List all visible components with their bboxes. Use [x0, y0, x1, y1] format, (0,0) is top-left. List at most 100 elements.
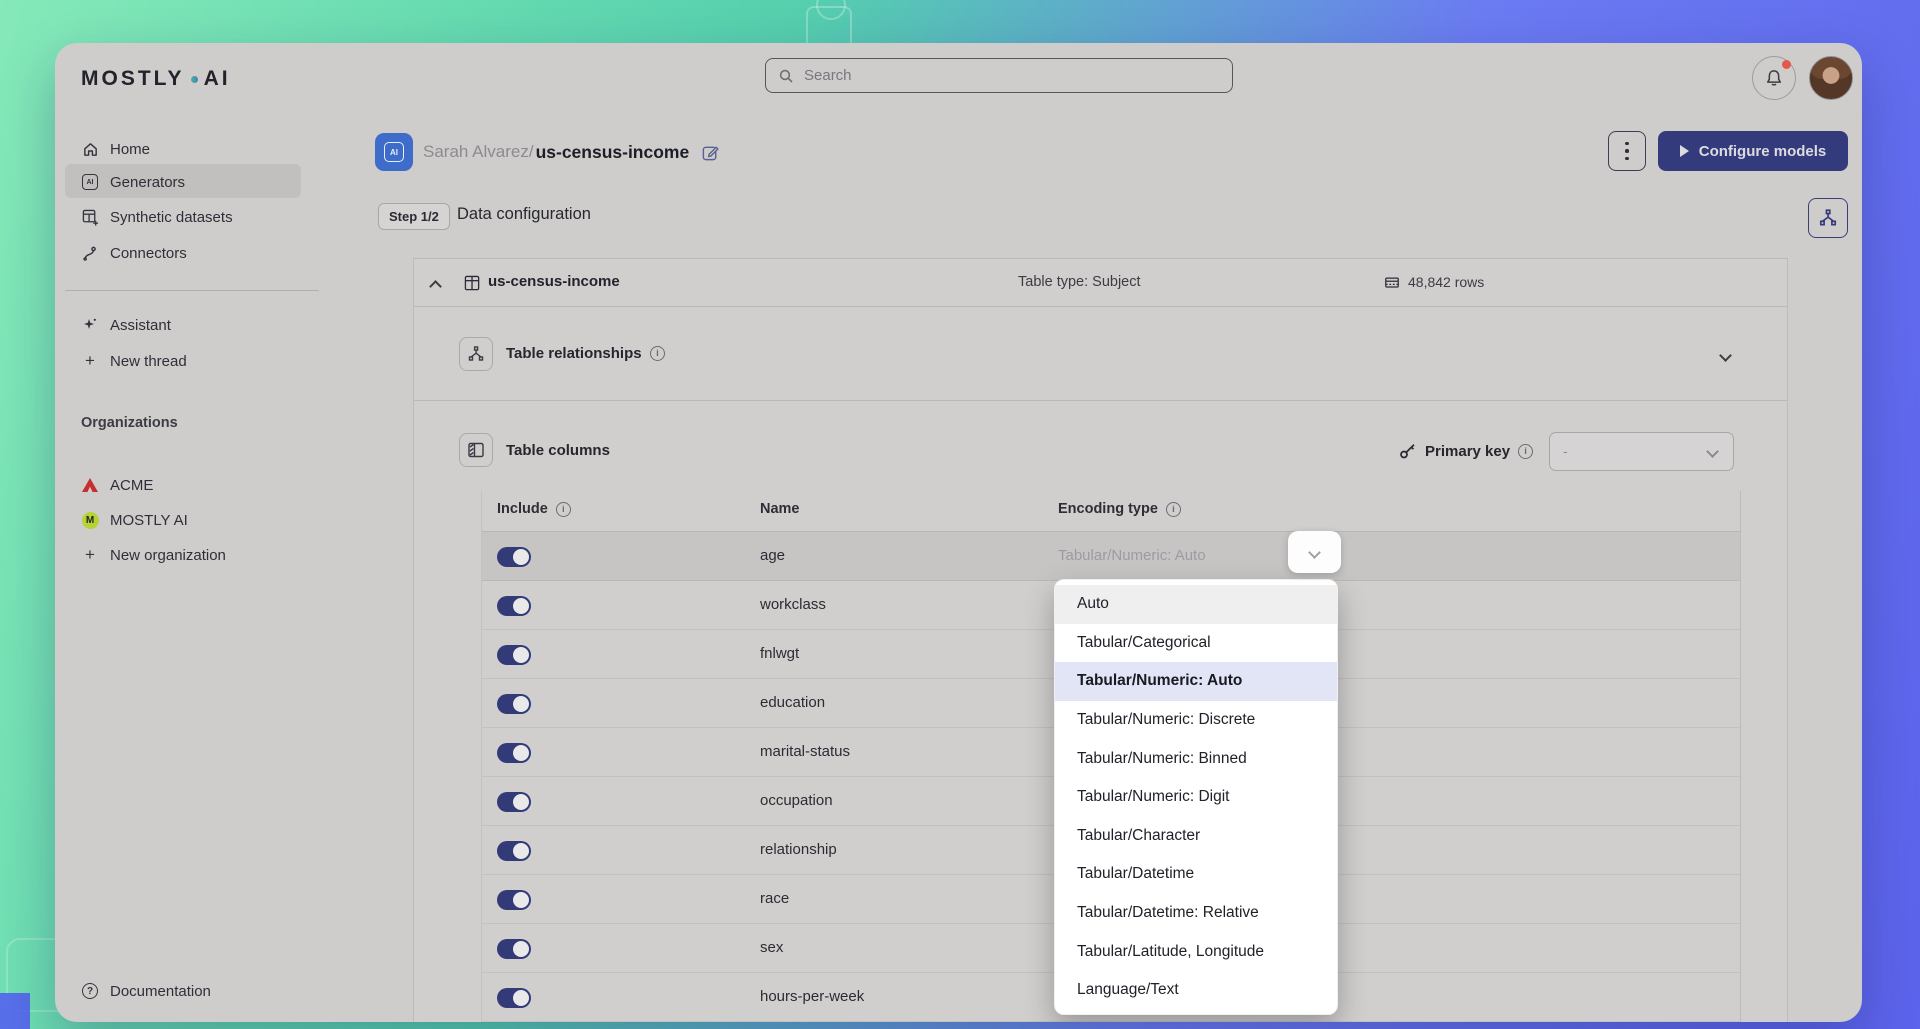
logo-text-secondary: AI	[204, 67, 231, 91]
sidebar-item-documentation[interactable]: ? Documentation	[81, 979, 211, 1003]
dropdown-option[interactable]: Tabular/Datetime: Relative	[1055, 894, 1337, 933]
include-toggle[interactable]	[497, 645, 531, 665]
search-icon	[778, 68, 794, 84]
sidebar-item-connectors[interactable]: Connectors	[81, 241, 187, 265]
generator-avatar-icon: AI	[375, 133, 413, 171]
include-toggle[interactable]	[497, 841, 531, 861]
name-header: Name	[760, 501, 800, 517]
sidebar-item-new-organization[interactable]: + New organization	[81, 543, 226, 567]
dropdown-option[interactable]: Tabular/Numeric: Digit	[1055, 778, 1337, 817]
include-toggle[interactable]	[497, 596, 531, 616]
rows-count-label: 48,842 rows	[1408, 274, 1484, 290]
notifications-button[interactable]	[1752, 56, 1796, 100]
org-label: ACME	[110, 477, 153, 494]
column-name: education	[760, 694, 825, 711]
app-logo[interactable]: MOSTLY AI	[81, 67, 231, 91]
encoding-dropdown: AutoTabular/CategoricalTabular/Numeric: …	[1054, 579, 1338, 1015]
sidebar-item-label: Connectors	[110, 245, 187, 262]
relationships-title: Table relationships	[506, 345, 642, 362]
sidebar-item-home[interactable]: Home	[81, 137, 150, 161]
column-name: age	[760, 547, 785, 564]
include-toggle[interactable]	[497, 890, 531, 910]
app-window: MOSTLYAI Home AI Generators Synthetic da	[55, 43, 1862, 1022]
synthetic-datasets-icon	[81, 208, 99, 226]
dropdown-option[interactable]: Tabular/Numeric: Discrete	[1055, 701, 1337, 740]
dropdown-option[interactable]: Tabular/Datetime	[1055, 855, 1337, 894]
encoding-select-trigger[interactable]	[1288, 531, 1341, 573]
play-icon	[1680, 145, 1689, 157]
home-icon	[81, 140, 99, 158]
column-name: race	[760, 890, 789, 907]
search-box[interactable]	[765, 58, 1233, 93]
columns-table-header: Include i Name Encoding type i	[482, 491, 1740, 532]
include-toggle[interactable]	[497, 988, 531, 1008]
include-toggle[interactable]	[497, 547, 531, 567]
sidebar-item-label: New thread	[110, 353, 187, 370]
include-toggle[interactable]	[497, 792, 531, 812]
edit-name-button[interactable]	[701, 143, 720, 162]
search-input[interactable]	[804, 67, 1220, 84]
sidebar-item-assistant[interactable]: Assistant	[81, 313, 171, 337]
primary-key-value: -	[1563, 443, 1568, 459]
table-columns-title: Table columns	[506, 442, 610, 459]
info-icon[interactable]: i	[556, 502, 571, 517]
info-icon[interactable]: i	[1518, 444, 1533, 459]
page-title: us-census-income	[536, 142, 690, 163]
plus-icon: +	[81, 546, 99, 564]
sidebar-org-mostly-ai[interactable]: M MOSTLY AI	[81, 508, 188, 532]
dropdown-option[interactable]: Tabular/Categorical	[1055, 624, 1337, 663]
sidebar-org-acme[interactable]: ACME	[81, 473, 153, 497]
table-columns-section: Table columns Primary key i -	[414, 421, 1787, 481]
include-toggle[interactable]	[497, 694, 531, 714]
include-header: Include i	[497, 501, 571, 517]
breadcrumb-owner: Sarah Alvarez/	[423, 142, 534, 162]
more-options-button[interactable]	[1608, 131, 1646, 171]
chevron-down-icon[interactable]	[1721, 347, 1730, 365]
dropdown-option[interactable]: Tabular/Character	[1055, 817, 1337, 856]
table-relationships-section[interactable]: Table relationships i	[414, 307, 1787, 401]
assistant-icon	[81, 316, 99, 334]
generators-icon: AI	[81, 173, 99, 191]
table-type-label: Table type: Subject	[1018, 274, 1141, 290]
notification-badge	[1782, 60, 1791, 69]
table-header-row: us-census-income Table type: Subject 48,…	[414, 259, 1787, 307]
breadcrumb: Sarah Alvarez/ us-census-income	[423, 133, 720, 171]
sidebar-item-generators[interactable]: AI Generators	[81, 170, 185, 194]
dropdown-option[interactable]: Language/Text	[1055, 971, 1337, 1010]
model-configuration-button[interactable]	[1808, 198, 1848, 238]
include-header-label: Include	[497, 501, 548, 517]
column-name: workclass	[760, 596, 826, 613]
plus-icon: +	[81, 352, 99, 370]
organizations-section-label: Organizations	[81, 415, 178, 431]
dropdown-option[interactable]: Tabular/Numeric: Binned	[1055, 739, 1337, 778]
sidebar-divider	[65, 290, 319, 291]
step-badge: Step 1/2	[378, 203, 450, 230]
table-row: age Tabular/Numeric: Auto	[482, 532, 1740, 581]
sidebar-item-synthetic-datasets[interactable]: Synthetic datasets	[81, 205, 233, 229]
connectors-icon	[81, 244, 99, 262]
dropdown-option[interactable]: Tabular/Numeric: Auto	[1055, 662, 1337, 701]
configure-models-button[interactable]: Configure models	[1658, 131, 1848, 171]
info-icon[interactable]: i	[650, 346, 665, 361]
column-name: occupation	[760, 792, 833, 809]
include-toggle[interactable]	[497, 743, 531, 763]
table-name: us-census-income	[488, 273, 620, 290]
primary-key-label: Primary key	[1425, 443, 1510, 460]
help-icon: ?	[81, 982, 99, 1000]
dropdown-option[interactable]: Tabular/Latitude, Longitude	[1055, 932, 1337, 971]
user-avatar[interactable]	[1809, 56, 1853, 100]
model-config-icon	[1818, 208, 1838, 228]
sidebar-item-label: Assistant	[110, 317, 171, 334]
primary-key-select[interactable]: -	[1549, 432, 1734, 471]
primary-key-icon	[1399, 442, 1417, 460]
sidebar-item-label: Generators	[110, 174, 185, 191]
collapse-icon[interactable]	[431, 278, 440, 296]
decorative-blue-block	[0, 993, 30, 1029]
table-columns-icon	[459, 433, 493, 467]
logo-text-primary: MOSTLY	[81, 67, 185, 91]
sidebar-item-new-thread[interactable]: + New thread	[81, 349, 187, 373]
include-toggle[interactable]	[497, 939, 531, 959]
dropdown-option[interactable]: Auto	[1055, 585, 1337, 624]
primary-key-group: Primary key i	[1399, 442, 1533, 460]
info-icon[interactable]: i	[1166, 502, 1181, 517]
